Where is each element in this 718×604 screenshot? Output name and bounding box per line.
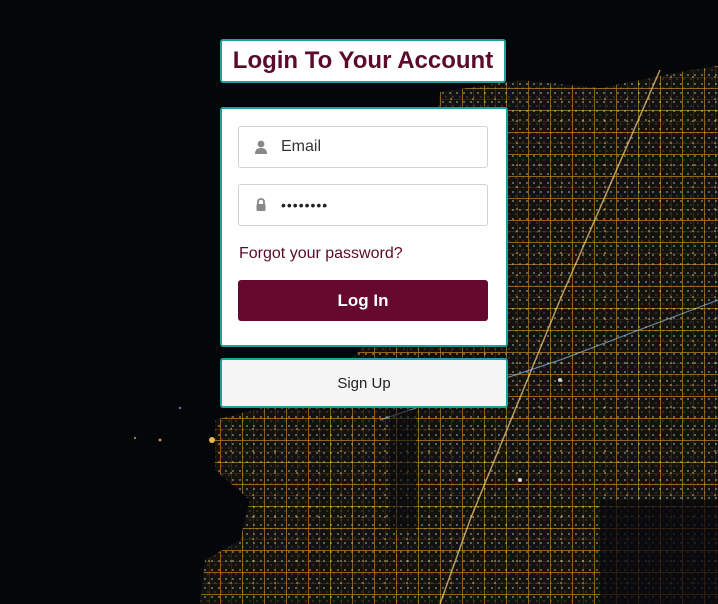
email-field[interactable] — [238, 126, 488, 168]
login-form: Forgot your password? Log In — [220, 107, 508, 347]
user-icon — [255, 140, 267, 154]
password-field[interactable] — [238, 184, 488, 226]
signup-button[interactable]: Sign Up — [220, 358, 508, 408]
page-title: Login To Your Account — [232, 47, 494, 74]
password-input[interactable] — [281, 185, 481, 225]
email-input[interactable] — [281, 127, 481, 167]
title-panel: Login To Your Account — [220, 39, 506, 83]
forgot-password-link[interactable]: Forgot your password? — [239, 245, 403, 263]
login-page: Login To Your Account Forgot your passwo… — [0, 0, 718, 604]
login-button[interactable]: Log In — [238, 280, 488, 321]
lock-icon — [256, 198, 266, 211]
